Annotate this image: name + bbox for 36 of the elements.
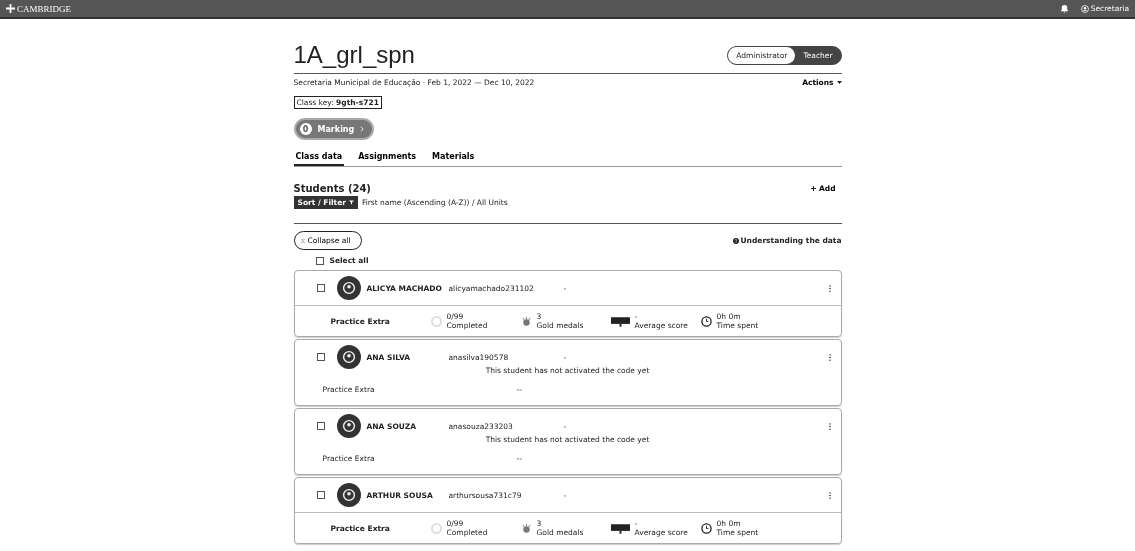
logo-text: CAMBRIDGE <box>17 3 71 14</box>
clock-icon <box>700 316 712 327</box>
students-heading: Students (24) <box>293 183 371 194</box>
caret-icon <box>836 81 842 84</box>
collapse-icon <box>300 237 305 244</box>
progress-ring-icon <box>430 523 442 534</box>
medal-icon <box>520 523 532 534</box>
marking-button[interactable]: 0 Marking <box>293 118 375 140</box>
clock-icon <box>700 523 712 534</box>
tab[interactable]: Class data <box>293 149 345 166</box>
more-options-icon[interactable] <box>828 284 831 292</box>
class-title: 1A_grl_spn <box>293 41 415 69</box>
tab[interactable]: Materials <box>430 149 477 166</box>
notification-bell-icon[interactable] <box>1059 4 1069 13</box>
progress-ring-icon <box>430 316 442 327</box>
avatar-icon <box>336 276 361 300</box>
filter-icon <box>348 200 354 205</box>
checkbox[interactable] <box>316 491 325 499</box>
help-icon <box>732 237 739 244</box>
medal-icon <box>520 316 532 327</box>
user-icon <box>1080 4 1089 13</box>
avatar-icon <box>336 414 361 438</box>
avatar-icon <box>336 483 361 507</box>
plus-icon <box>810 186 816 191</box>
more-options-icon[interactable] <box>828 353 831 361</box>
score-icon <box>610 316 630 327</box>
checkbox[interactable] <box>316 422 325 430</box>
chevron-icon <box>360 126 365 132</box>
checkbox[interactable] <box>315 256 324 265</box>
checkbox[interactable] <box>316 284 325 292</box>
tab[interactable]: Assignments <box>356 149 419 166</box>
more-options-icon[interactable] <box>828 422 831 430</box>
avatar-icon <box>336 345 361 369</box>
score-icon <box>610 523 630 534</box>
more-options-icon[interactable] <box>828 491 831 499</box>
checkbox[interactable] <box>316 353 325 361</box>
